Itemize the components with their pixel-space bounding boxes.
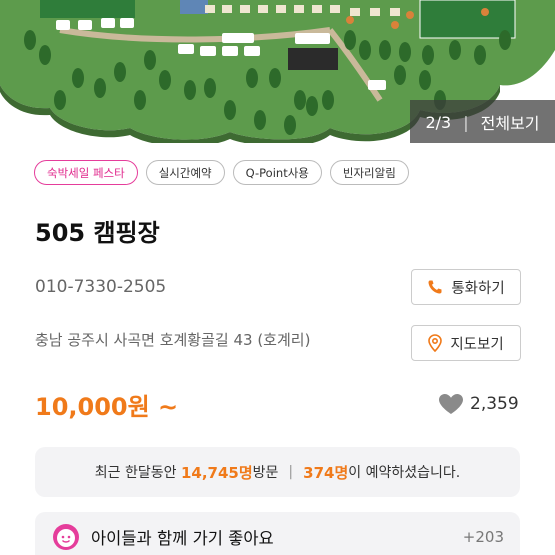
heart-icon: [439, 394, 463, 414]
feature-kids-friendly[interactable]: 아이들과 함께 가기 좋아요 +203: [35, 512, 520, 555]
visit-stats: 최근 한달동안 14,745명 방문 | 374명 이 예약하셨습니다.: [35, 447, 520, 497]
reservation-suffix: 이 예약하셨습니다.: [348, 465, 461, 481]
tag-list: 숙박세일 페스타 실시간예약 Q-Point사용 빈자리알림: [34, 160, 409, 185]
map-button[interactable]: 지도보기: [411, 325, 521, 361]
view-all-button[interactable]: 전체보기: [481, 110, 540, 134]
tag-realtime-booking[interactable]: 실시간예약: [145, 160, 225, 185]
place-title: 505 캠핑장: [35, 219, 160, 247]
tag-q-point[interactable]: Q-Point사용: [232, 160, 322, 185]
stats-divider: |: [288, 464, 294, 480]
like-button[interactable]: 2,359: [438, 393, 519, 415]
smile-face-icon: [53, 524, 79, 550]
map-button-label: 지도보기: [450, 336, 504, 353]
tag-vacancy-alert[interactable]: 빈자리알림: [329, 160, 409, 185]
phone-icon: [428, 280, 442, 294]
gallery-counter[interactable]: 2/3 | 전체보기: [410, 100, 555, 143]
address: 충남 공주시 사곡면 호계황골길 43 (호계리): [35, 331, 311, 349]
phone-number: 010-7330-2505: [35, 277, 167, 297]
reservation-count: 374명: [303, 463, 349, 482]
counter-divider: |: [463, 112, 469, 132]
call-button[interactable]: 통화하기: [411, 269, 521, 305]
tag-sale-festa[interactable]: 숙박세일 페스타: [34, 160, 138, 185]
gallery-total: 3: [441, 112, 452, 132]
photo-gallery[interactable]: 2/3 | 전체보기: [0, 0, 555, 143]
feature-label: 아이들과 함께 가기 좋아요: [91, 529, 274, 548]
gallery-current: 2: [425, 112, 436, 132]
stats-prefix: 최근 한달동안: [94, 465, 177, 481]
visit-suffix: 방문: [252, 465, 279, 481]
price: 10,000원 ~: [35, 393, 179, 421]
feature-count: +203: [462, 528, 504, 546]
visit-count: 14,745명: [180, 463, 253, 482]
location-pin-icon: [428, 334, 443, 352]
like-count: 2,359: [470, 394, 519, 414]
call-button-label: 통화하기: [451, 280, 505, 297]
